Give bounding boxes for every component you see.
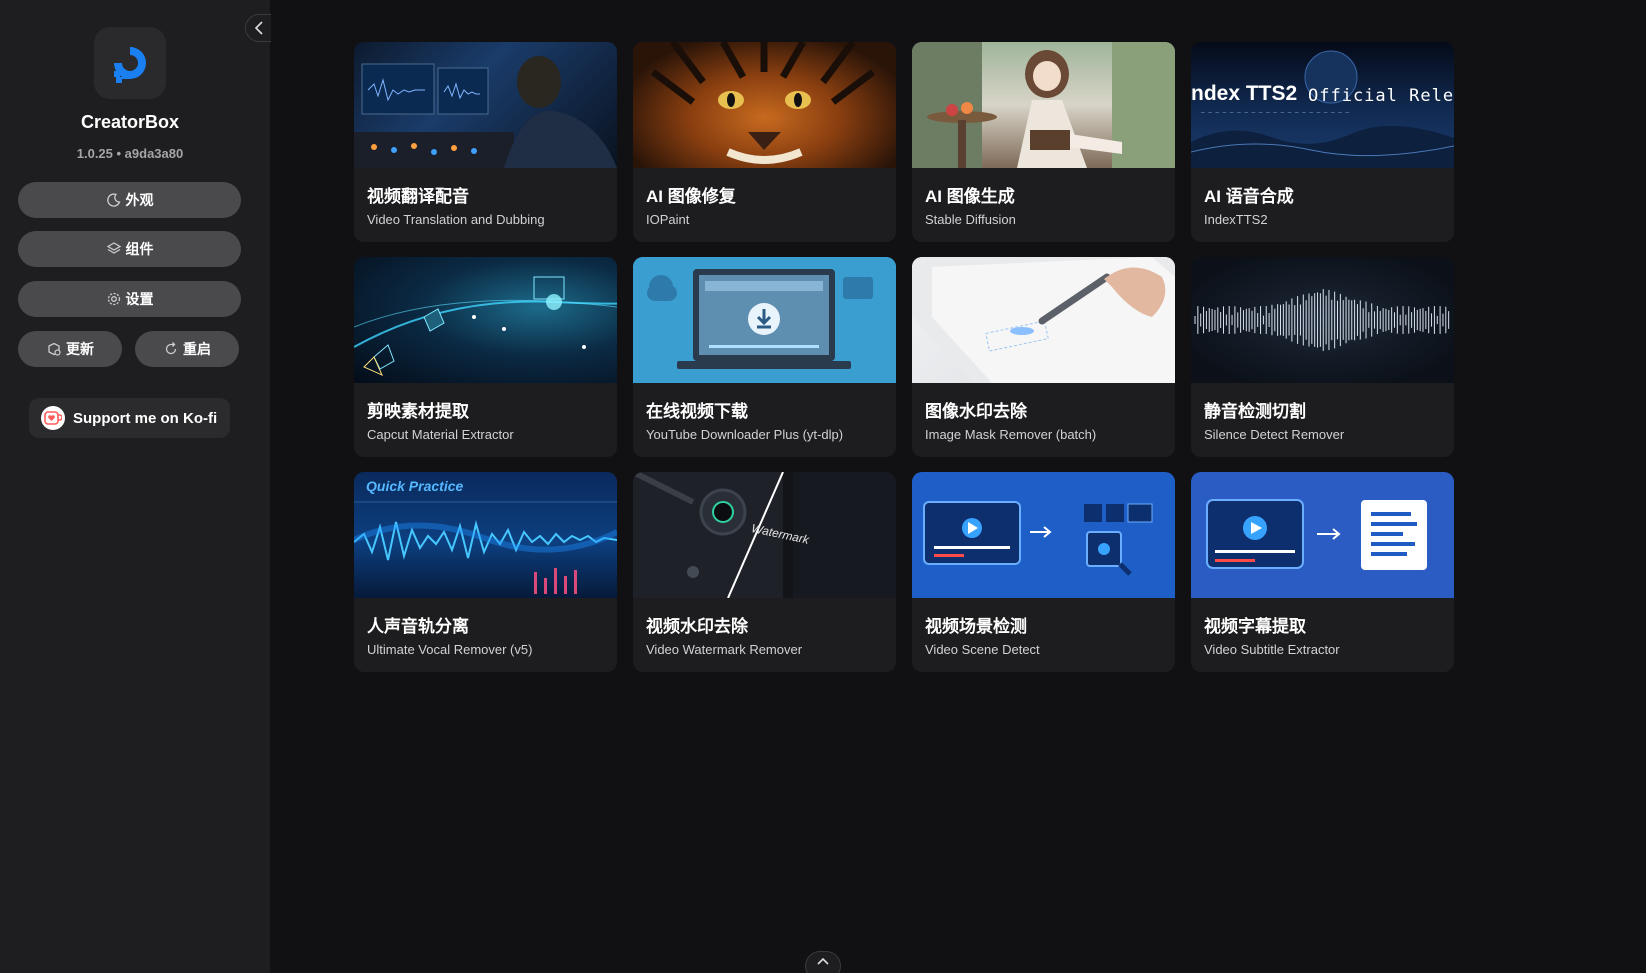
thumbnail-digital-shapes xyxy=(354,257,617,383)
tool-subtitle: YouTube Downloader Plus (yt-dlp) xyxy=(646,427,844,442)
tool-title: 人声音轨分离 xyxy=(367,617,469,636)
appearance-button[interactable]: 外观 xyxy=(18,182,241,218)
kofi-label: Support me on Ko-fi xyxy=(73,409,218,427)
thumbnail-subtitle: Official Releas xyxy=(1308,86,1454,106)
settings-button[interactable]: 设置 xyxy=(18,281,241,317)
tool-title: 视频翻译配音 xyxy=(367,187,469,206)
sidebar: CreatorBox 1.0.25 • a9da3a80 外观 组件 设置 更新… xyxy=(0,0,270,973)
tool-subtitle: Video Watermark Remover xyxy=(646,642,803,657)
tool-title: 视频字幕提取 xyxy=(1204,617,1306,636)
thumbnail-laptop-download xyxy=(633,257,896,383)
update-label: 更新 xyxy=(66,341,94,357)
tools-grid: 视频翻译配音 Video Translation and Dubbing AI … xyxy=(354,42,1454,672)
tool-subtitle: Ultimate Vocal Remover (v5) xyxy=(367,642,533,657)
scroll-to-top-button[interactable] xyxy=(805,951,841,973)
thumbnail-stylus-paper xyxy=(912,257,1175,383)
tool-subtitle: Silence Detect Remover xyxy=(1204,427,1345,442)
tool-subtitle: IndexTTS2 xyxy=(1204,212,1268,227)
tool-card-video-scene-detect[interactable]: 视频场景检测 Video Scene Detect xyxy=(912,472,1175,672)
tool-subtitle: Capcut Material Extractor xyxy=(367,427,514,442)
tool-title: 视频场景检测 xyxy=(925,617,1027,636)
tool-title: 在线视频下载 xyxy=(646,402,748,421)
thumbnail-title: ndex TTS2 xyxy=(1191,82,1298,105)
thumbnail-title: Quick Practice xyxy=(366,478,464,494)
tool-card-video-subtitle-extractor[interactable]: 视频字幕提取 Video Subtitle Extractor xyxy=(1191,472,1454,672)
thumbnail-anime-girl xyxy=(912,42,1175,168)
tool-card-ai-tts[interactable]: — — — — — — — — — — — — — — — — — — — — … xyxy=(1191,42,1454,242)
kofi-support-button[interactable]: Support me on Ko-fi xyxy=(29,398,230,438)
tool-title: 视频水印去除 xyxy=(646,617,748,636)
app-window: CreatorBox 1.0.25 • a9da3a80 外观 组件 设置 更新… xyxy=(0,0,1646,973)
thumbnail-subtitle-extract xyxy=(1191,472,1454,598)
update-button[interactable]: 更新 xyxy=(18,331,122,367)
thumbnail-audio-studio xyxy=(354,42,617,168)
tool-card-vocal-remover[interactable]: Quick Practice 人声音轨分离 Ultimate Vocal Rem… xyxy=(354,472,617,672)
thumbnail-scene-detect xyxy=(912,472,1175,598)
app-version: 1.0.25 • a9da3a80 xyxy=(76,146,184,161)
tool-subtitle: Stable Diffusion xyxy=(925,212,1016,227)
tool-title: 静音检测切割 xyxy=(1204,402,1306,421)
tool-card-capcut-extractor[interactable]: 剪映素材提取 Capcut Material Extractor xyxy=(354,257,617,457)
thumbnail-audio-spectrum: Quick Practice xyxy=(354,472,617,598)
app-name: CreatorBox xyxy=(80,112,180,132)
tool-card-video-translation[interactable]: 视频翻译配音 Video Translation and Dubbing xyxy=(354,42,617,242)
tool-subtitle: Video Scene Detect xyxy=(925,642,1040,657)
update-package-icon xyxy=(48,342,61,356)
tool-card-image-mask-remover[interactable]: 图像水印去除 Image Mask Remover (batch) xyxy=(912,257,1175,457)
components-label: 组件 xyxy=(125,241,154,257)
settings-label: 设置 xyxy=(125,291,154,307)
kofi-cup-icon xyxy=(41,406,65,430)
sidebar-collapse-button[interactable] xyxy=(245,14,271,42)
tool-subtitle: Image Mask Remover (batch) xyxy=(925,427,1097,442)
tool-title: 图像水印去除 xyxy=(925,402,1027,421)
thumbnail-camera-watermark: Watermark xyxy=(633,472,896,598)
tool-card-video-watermark-remover[interactable]: Watermark 视频水印去除 Video Watermark Remover xyxy=(633,472,896,672)
creatorbox-logo-icon xyxy=(114,47,146,83)
tool-subtitle: IOPaint xyxy=(646,212,690,227)
tool-title: AI 图像生成 xyxy=(925,187,1015,206)
tool-card-ai-image-generation[interactable]: AI 图像生成 Stable Diffusion xyxy=(912,42,1175,242)
svg-text:— — — — — — — — — — — — — — —: — — — — — — — — — — — — — — — — — — — — … xyxy=(1201,109,1349,116)
thumbnail-waveform xyxy=(1191,257,1454,383)
waveform-graphic xyxy=(1194,289,1450,351)
restart-label: 重启 xyxy=(183,341,211,357)
tool-subtitle: Video Translation and Dubbing xyxy=(367,212,545,227)
tool-card-silence-detect[interactable]: 静音检测切割 Silence Detect Remover xyxy=(1191,257,1454,457)
tool-subtitle: Video Subtitle Extractor xyxy=(1204,642,1340,657)
layers-icon xyxy=(106,242,121,254)
tool-title: 剪映素材提取 xyxy=(367,402,469,421)
thumbnail-indextts2: — — — — — — — — — — — — — — — — — — — — … xyxy=(1191,42,1454,168)
components-button[interactable]: 组件 xyxy=(18,231,241,267)
restart-icon xyxy=(165,342,177,355)
appearance-label: 外观 xyxy=(125,192,154,208)
moon-icon xyxy=(106,193,120,207)
thumbnail-tiger xyxy=(633,42,896,168)
app-logo xyxy=(94,27,166,99)
tool-title: AI 图像修复 xyxy=(646,187,736,206)
chevron-left-icon xyxy=(254,21,263,35)
restart-button[interactable]: 重启 xyxy=(135,331,239,367)
tool-title: AI 语音合成 xyxy=(1204,187,1294,206)
gear-icon xyxy=(107,292,120,306)
chevron-up-icon xyxy=(817,957,829,965)
tool-card-video-downloader[interactable]: 在线视频下载 YouTube Downloader Plus (yt-dlp) xyxy=(633,257,896,457)
tool-card-ai-image-inpaint[interactable]: AI 图像修复 IOPaint xyxy=(633,42,896,242)
